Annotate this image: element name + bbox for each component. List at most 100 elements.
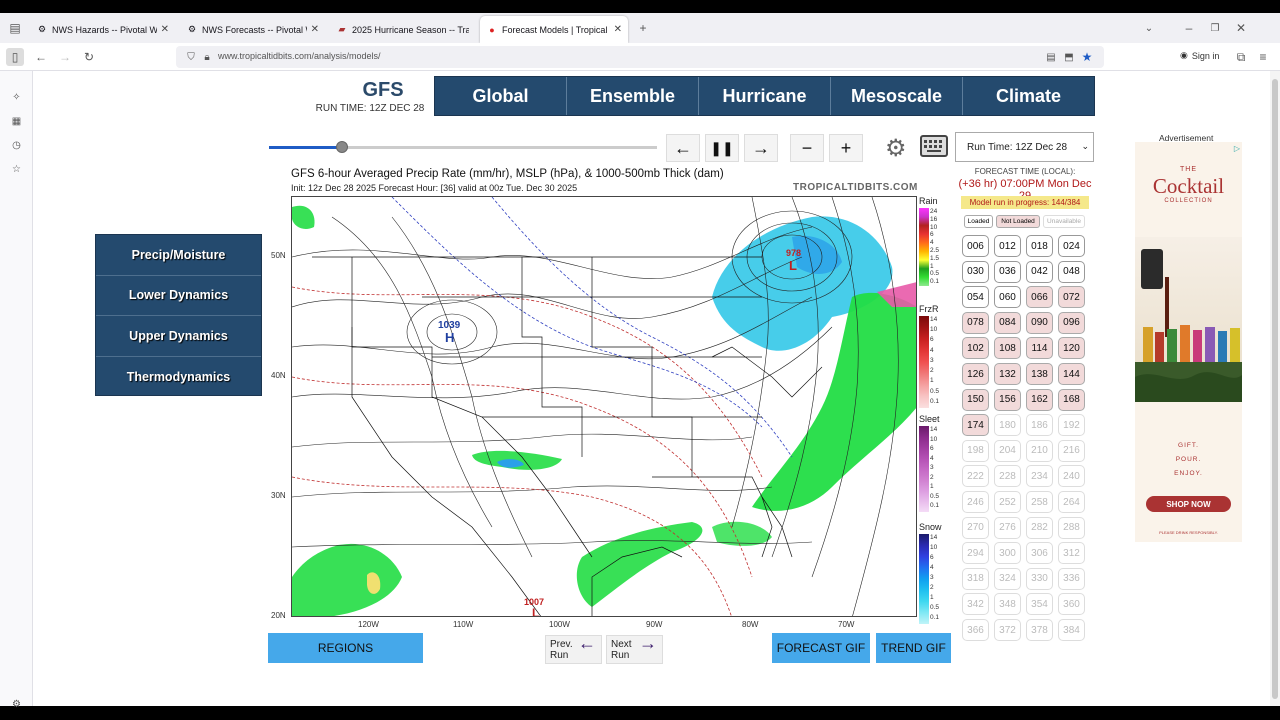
menu-thermodynamics[interactable]: Thermodynamics [96, 357, 261, 398]
forecast-hour-120[interactable]: 120 [1058, 337, 1085, 360]
ad-shop-now-button[interactable]: SHOP NOW [1146, 496, 1231, 512]
close-tab-icon[interactable]: ✕ [311, 24, 319, 35]
forecast-hour-108[interactable]: 108 [994, 337, 1021, 360]
forecast-hour-102[interactable]: 102 [962, 337, 989, 360]
forecast-hour-222: 222 [962, 465, 989, 488]
url-text[interactable]: www.tropicaltidbits.com/analysis/models/ [218, 51, 381, 61]
nav-global[interactable]: Global [435, 77, 567, 115]
forecast-hour-150[interactable]: 150 [962, 388, 989, 411]
browser-tab-1[interactable]: ⚙ NWS Hazards -- Pivotal Weath ✕ [30, 16, 175, 43]
nav-mesoscale[interactable]: Mesoscale [831, 77, 963, 115]
nav-ensemble[interactable]: Ensemble [567, 77, 699, 115]
forecast-gif-button[interactable]: FORECAST GIF [772, 633, 870, 663]
slower-button[interactable]: − [790, 134, 824, 162]
restore-icon[interactable]: ❐ [1206, 19, 1224, 37]
legend-tick-label: 0.5 [930, 604, 940, 611]
legend-tick-label: 1 [930, 483, 934, 491]
lon-label: 90W [646, 620, 663, 629]
step-forward-button[interactable]: → [744, 134, 778, 162]
forecast-map[interactable]: 1039 H 978 L 1007 L [291, 196, 917, 617]
run-time-select[interactable]: Run Time: 12Z Dec 28 ⌄ [955, 132, 1094, 162]
forecast-hour-066[interactable]: 066 [1026, 286, 1053, 309]
back-icon[interactable]: ← [32, 48, 50, 66]
close-window-icon[interactable]: ✕ [1232, 19, 1250, 37]
settings-gear-icon[interactable]: ⚙ [10, 698, 23, 711]
forecast-hour-168[interactable]: 168 [1058, 388, 1085, 411]
forecast-hour-126[interactable]: 126 [962, 363, 989, 385]
forecast-hour-084[interactable]: 084 [994, 311, 1021, 334]
faster-button[interactable]: + [829, 134, 863, 162]
forecast-hour-078[interactable]: 078 [962, 311, 989, 334]
forecast-hour-054[interactable]: 054 [962, 286, 989, 309]
close-tab-icon[interactable]: ✕ [161, 24, 169, 35]
nav-climate[interactable]: Climate [963, 77, 1094, 115]
forecast-hour-072[interactable]: 072 [1058, 286, 1085, 309]
legend-tick-label: 0.5 [930, 387, 940, 395]
sign-in-button[interactable]: ◉ Sign in [1180, 50, 1219, 61]
forecast-hour-036[interactable]: 036 [994, 260, 1021, 283]
forecast-hour-024[interactable]: 024 [1058, 235, 1085, 257]
browser-tab-4-active[interactable]: ● Forecast Models | Tropical Tidb ✕ [480, 16, 628, 43]
forecast-hour-006[interactable]: 006 [962, 235, 989, 257]
trend-gif-button[interactable]: TREND GIF [876, 633, 951, 663]
forecast-hour-138[interactable]: 138 [1026, 363, 1053, 385]
forecast-hour-042[interactable]: 042 [1026, 260, 1053, 283]
minus-icon: − [801, 137, 813, 158]
menu-icon[interactable]: ≡ [1254, 48, 1272, 66]
forecast-hour-144[interactable]: 144 [1058, 363, 1085, 385]
slider-handle[interactable] [336, 141, 348, 153]
prev-run-button[interactable]: Prev. Run ← [545, 634, 602, 664]
high-pressure-marker: H [445, 330, 454, 345]
forecast-hour-012[interactable]: 012 [994, 235, 1021, 257]
next-run-button[interactable]: Next Run → [606, 634, 663, 664]
history-panel-icon[interactable]: ▦ [10, 115, 23, 128]
keyboard-shortcuts-icon[interactable] [920, 135, 948, 157]
low-pressure-marker-mx: L [532, 606, 539, 617]
forecast-hour-096[interactable]: 096 [1058, 311, 1085, 334]
forecast-hour-114[interactable]: 114 [1026, 337, 1053, 360]
new-tab-icon[interactable]: + [634, 19, 652, 37]
forecast-hour-slider[interactable] [269, 141, 657, 153]
forecast-hour-090[interactable]: 090 [1026, 311, 1053, 334]
forecast-hour-162[interactable]: 162 [1026, 388, 1053, 411]
forecast-hour-156[interactable]: 156 [994, 388, 1021, 411]
regions-button[interactable]: REGIONS [268, 633, 423, 663]
bookmark-star-icon[interactable]: ★ [1078, 48, 1096, 66]
page-scrollbar[interactable] [1270, 71, 1280, 706]
legend-title-rain: Rain [919, 196, 938, 206]
tab-list-chevron-icon[interactable]: ⌄ [1140, 19, 1158, 37]
menu-precip-moisture[interactable]: Precip/Moisture [96, 235, 261, 276]
forecast-hour-132[interactable]: 132 [994, 363, 1021, 385]
bookmarks-icon[interactable]: ☆ [10, 163, 23, 176]
nav-hurricane[interactable]: Hurricane [699, 77, 831, 115]
ai-chat-icon[interactable]: ✧ [10, 91, 23, 104]
pause-button[interactable]: ❚❚ [705, 134, 739, 162]
forecast-hour-048[interactable]: 048 [1058, 260, 1085, 283]
legend-colorbar [919, 316, 929, 408]
settings-gear-icon[interactable]: ⚙ [885, 134, 907, 163]
save-page-icon[interactable]: ⬒ [1060, 48, 1078, 66]
menu-upper-dynamics[interactable]: Upper Dynamics [96, 316, 261, 357]
clock-icon[interactable]: ◷ [10, 139, 23, 152]
tab-overview-icon[interactable]: ▤ [6, 19, 24, 37]
lock-icon[interactable]: 🔒︎ [198, 48, 216, 66]
close-tab-icon[interactable]: ✕ [614, 24, 622, 35]
browser-tab-2[interactable]: ⚙ NWS Forecasts -- Pivotal Weat ✕ [180, 16, 325, 43]
reader-view-icon[interactable]: ▤ [1042, 48, 1060, 66]
forward-icon[interactable]: → [56, 48, 74, 66]
menu-lower-dynamics[interactable]: Lower Dynamics [96, 276, 261, 316]
forecast-hour-030[interactable]: 030 [962, 260, 989, 283]
step-back-button[interactable]: ← [666, 134, 700, 162]
reload-icon[interactable]: ↻ [80, 48, 98, 66]
minimize-icon[interactable]: – [1180, 19, 1198, 37]
forecast-hour-018[interactable]: 018 [1026, 235, 1053, 257]
scroll-thumb[interactable] [1272, 79, 1278, 699]
ad-choices-icon[interactable]: ▷ [1234, 144, 1240, 153]
browser-tab-3[interactable]: ▰ 2025 Hurricane Season -- Track [330, 16, 475, 43]
extensions-icon[interactable]: ⧉ [1232, 48, 1250, 66]
advertisement[interactable]: ▷ THE Cocktail COLLECTION GIFT. POUR. EN… [1135, 142, 1242, 542]
address-bar[interactable]: ⛉ 🔒︎ www.tropicaltidbits.com/analysis/mo… [176, 46, 1104, 68]
forecast-hour-060[interactable]: 060 [994, 286, 1021, 309]
forecast-hour-174[interactable]: 174 [962, 414, 989, 437]
sidebar-toggle-icon[interactable]: ▯ [6, 48, 24, 66]
